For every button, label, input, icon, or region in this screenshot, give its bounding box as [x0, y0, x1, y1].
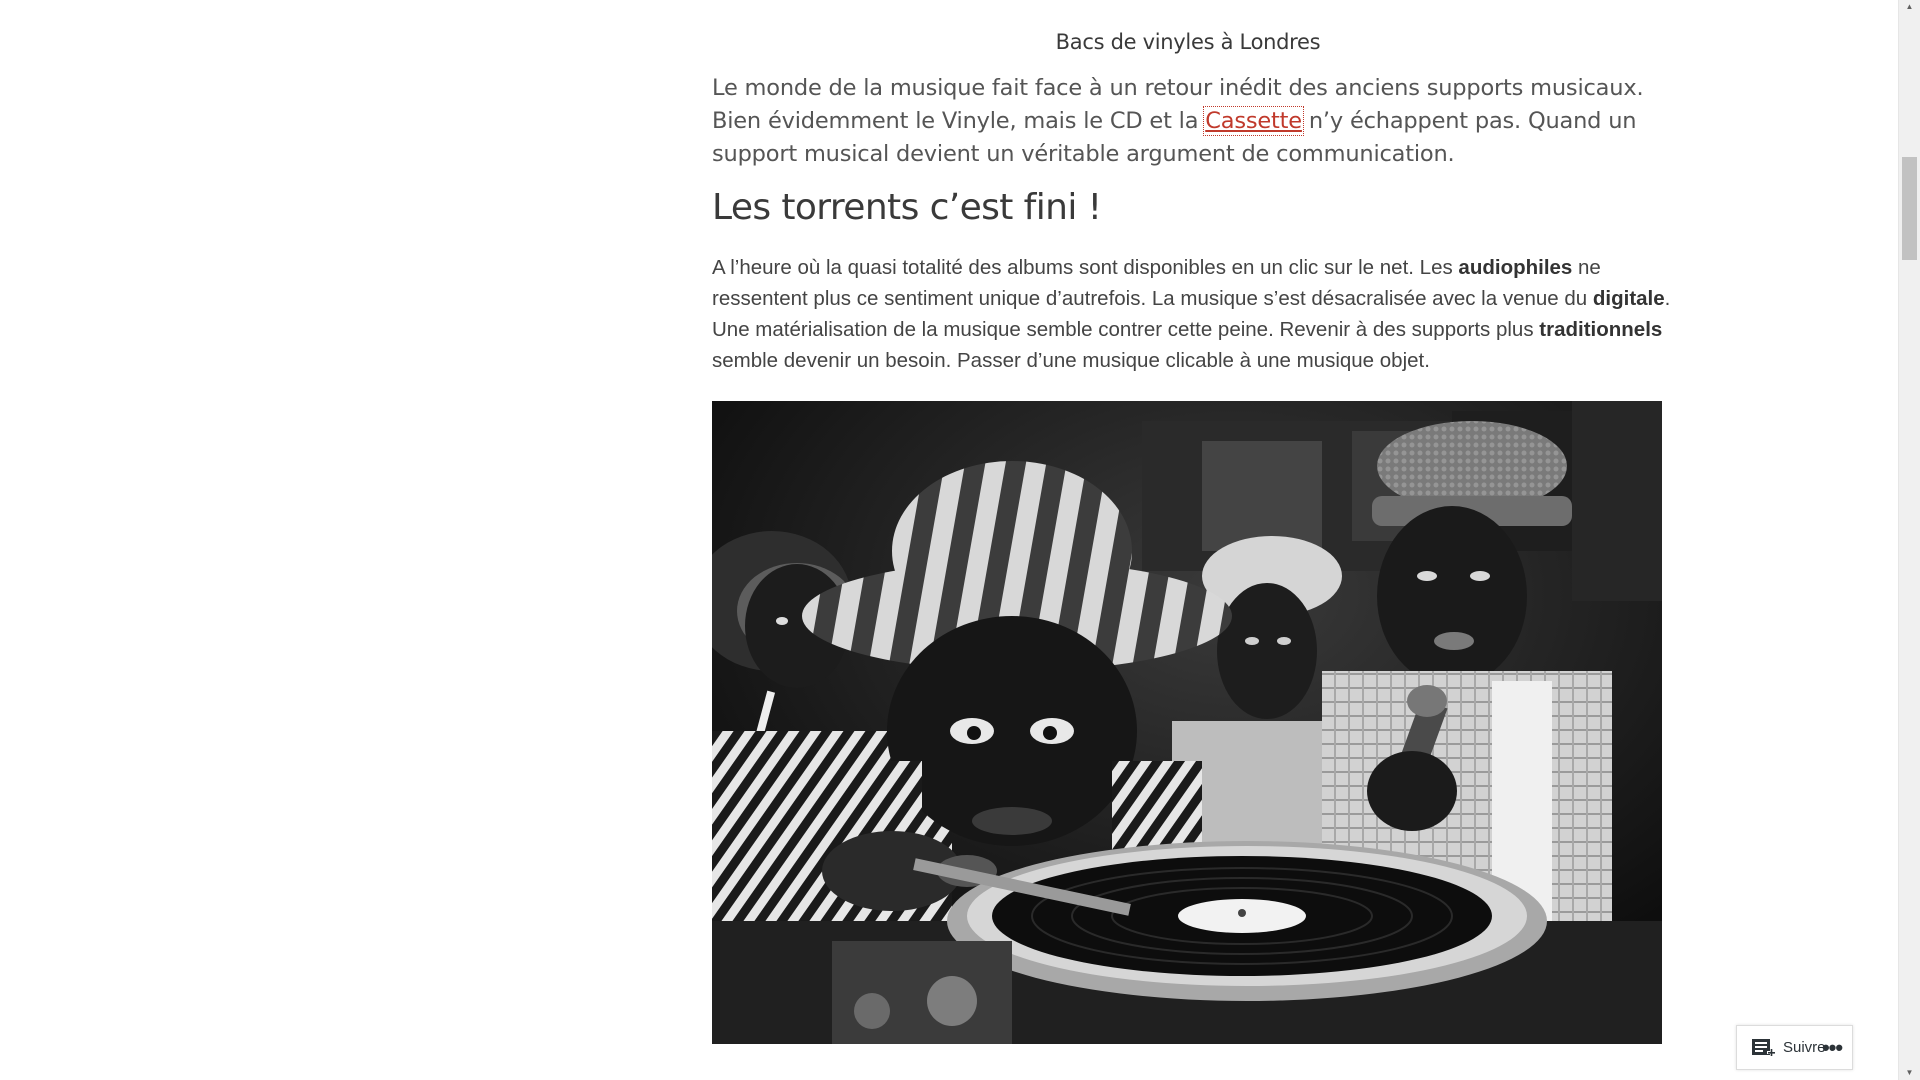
vertical-scrollbar[interactable]: ▲ ▼	[1898, 0, 1920, 1080]
scroll-up-arrow[interactable]: ▲	[1899, 0, 1920, 14]
image-caption: Bacs de vinyles à Londres	[1055, 30, 1321, 54]
ellipsis-icon: •••	[1821, 1034, 1843, 1060]
intro-paragraph: Le monde de la musique fait face à un re…	[712, 72, 1667, 171]
body-text-4: semble devenir un besoin. Passer d’une m…	[712, 349, 1430, 372]
bold-audiophiles: audiophiles	[1458, 256, 1573, 279]
cassette-link[interactable]: Cassette	[1203, 106, 1304, 136]
more-options-button[interactable]: •••	[1812, 1026, 1852, 1069]
follow-widget: Suivre •••	[1736, 1025, 1853, 1070]
article-photo	[712, 401, 1662, 1044]
section-heading: Les torrents c’est fini !	[712, 187, 1102, 228]
body-paragraph: A l’heure où la quasi totalité des album…	[712, 252, 1672, 376]
bold-digitale: digitale	[1592, 287, 1665, 310]
photo-illustration	[712, 401, 1662, 1044]
body-text-1: A l’heure où la quasi totalité des album…	[712, 256, 1459, 279]
scroll-down-arrow[interactable]: ▼	[1899, 1066, 1920, 1080]
page: Bacs de vinyles à Londres Le monde de la…	[0, 0, 1920, 1080]
bold-traditionnels: traditionnels	[1539, 318, 1663, 341]
scroll-thumb[interactable]	[1902, 157, 1917, 260]
reader-follow-icon	[1752, 1038, 1776, 1057]
